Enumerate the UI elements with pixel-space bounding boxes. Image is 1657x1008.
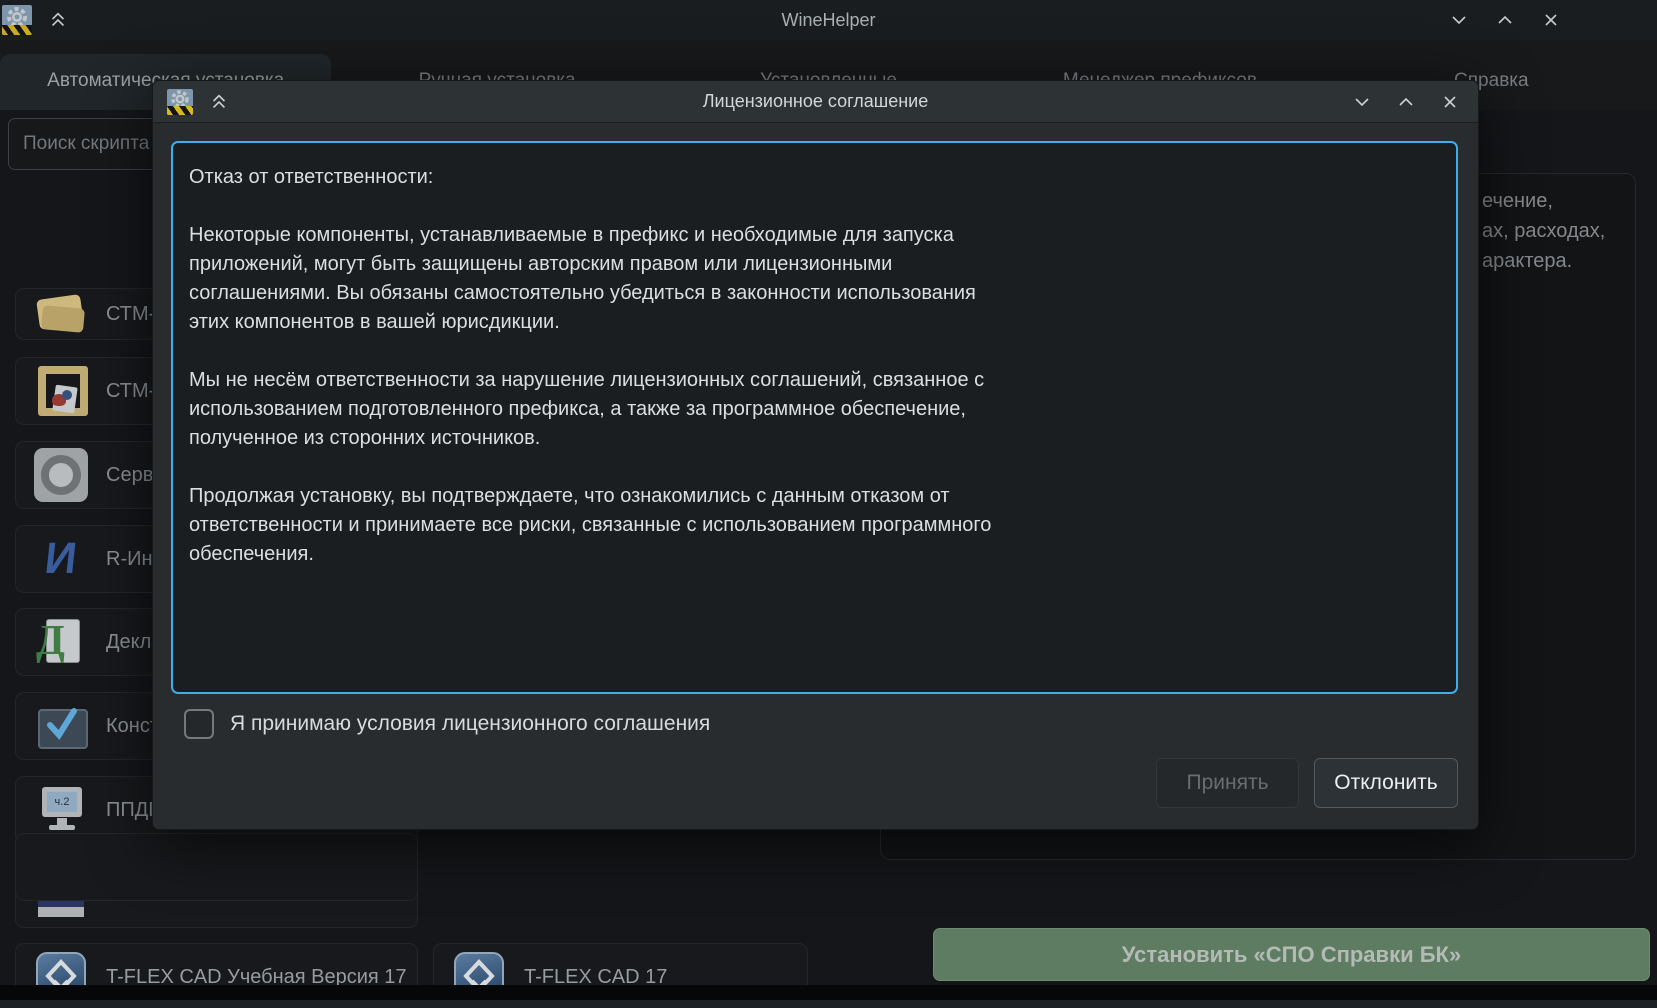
monitor-icon: ч.2 — [34, 783, 88, 837]
chevron-up-icon — [1495, 10, 1515, 30]
accept-terms-checkbox[interactable] — [184, 709, 214, 739]
dialog-maximize-button[interactable] — [1396, 92, 1416, 112]
chevron-up-icon — [1396, 92, 1416, 112]
window-controls — [1449, 0, 1561, 40]
accept-terms-row: Я принимаю условия лицензионного соглаше… — [184, 709, 710, 739]
minimize-button[interactable] — [1449, 10, 1469, 30]
description-text: ечение, ах, расходах, арактера. — [1482, 186, 1605, 276]
panel-edge-strip — [0, 1000, 1657, 1008]
dialog-window-controls — [1352, 81, 1460, 123]
letter-i-icon: И — [34, 532, 88, 586]
ring-icon — [34, 448, 88, 502]
dialog-close-button[interactable] — [1440, 92, 1460, 112]
frame-documents-icon — [34, 364, 88, 418]
close-button[interactable] — [1541, 10, 1561, 30]
screen-bottom-strip — [0, 985, 1657, 1000]
accept-terms-label: Я принимаю условия лицензионного соглаше… — [230, 712, 710, 736]
chevron-down-icon — [1449, 10, 1469, 30]
close-icon — [1541, 10, 1561, 30]
folder-icon — [34, 287, 88, 341]
close-icon — [1440, 92, 1460, 112]
main-titlebar: WineHelper — [0, 0, 1657, 40]
install-spo-spravki-bk-button[interactable]: Установить «СПО Справки БК» — [933, 928, 1650, 981]
accept-button[interactable]: Принять — [1156, 758, 1299, 808]
dialog-title: Лицензионное соглашение — [153, 91, 1478, 112]
checkmark-monitor-icon — [34, 699, 88, 753]
dialog-minimize-button[interactable] — [1352, 92, 1372, 112]
declaration-icon: Д — [34, 615, 88, 669]
chevron-down-icon — [1352, 92, 1372, 112]
maximize-button[interactable] — [1495, 10, 1515, 30]
license-text-area[interactable]: Отказ от ответственности: Некоторые комп… — [171, 141, 1458, 694]
decline-button[interactable]: Отклонить — [1314, 758, 1458, 808]
license-text: Отказ от ответственности: Некоторые комп… — [189, 163, 1440, 569]
dialog-titlebar: Лицензионное соглашение — [153, 81, 1478, 123]
screen: WineHelper — [0, 0, 1657, 1008]
license-dialog: Лицензионное соглашение — [152, 80, 1479, 830]
window-title: WineHelper — [0, 10, 1657, 31]
